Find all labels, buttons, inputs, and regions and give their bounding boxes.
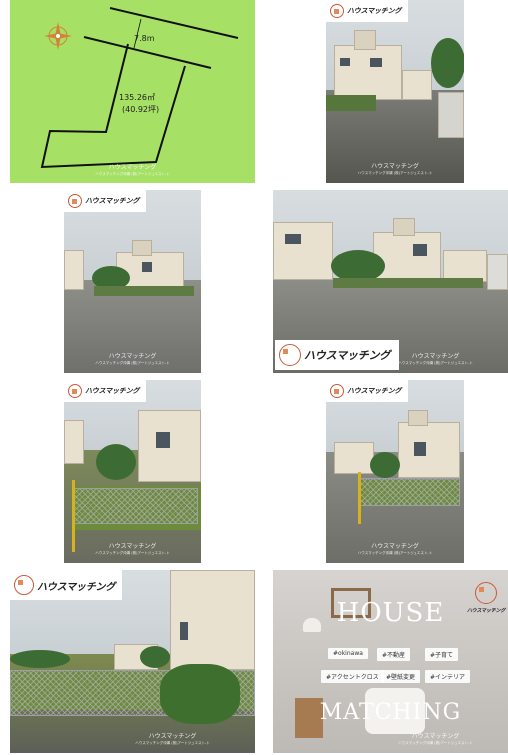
- brand-logo: ハウスマッチング: [64, 380, 146, 402]
- lot-photo-tile[interactable]: ハウスマッチング ハウスマッチング ハウスマッチング沖縄 (株)アートジュエスト-…: [273, 190, 508, 373]
- brand-logo: ハウスマッチング: [326, 380, 408, 402]
- chain-link-fence: [74, 488, 198, 524]
- lot-photo-tile[interactable]: ハウスマッチング ハウスマッチング ハウスマッチング沖縄 (株)アートジュエスト-…: [64, 190, 201, 373]
- hashtag: #okinawa: [328, 648, 368, 659]
- hashtag: #不動産: [377, 648, 411, 661]
- watermark: ハウスマッチング ハウスマッチング沖縄 (株)アートジュエスト-ト: [95, 543, 170, 555]
- brand-word-top: HOUSE: [336, 598, 445, 628]
- hashtag: #壁紙変更: [381, 670, 421, 683]
- hashtag: #アクセントクロス: [321, 670, 384, 683]
- house-logo-icon: [68, 194, 82, 208]
- house-logo-icon: [14, 575, 34, 595]
- brand-logo: ハウスマッチング: [10, 570, 122, 600]
- lot-photo-tile[interactable]: ハウスマッチング ハウスマッチング ハウスマッチング沖縄 (株)アートジュエスト-…: [326, 380, 464, 563]
- chain-link-fence: [360, 478, 460, 506]
- house-logo-icon: [279, 344, 301, 366]
- lot-photo-tile[interactable]: ハウスマッチング ハウスマッチング ハウスマッチング沖縄 (株)アートジュエスト-…: [64, 380, 201, 563]
- lot-photo-tile[interactable]: ハウスマッチング ハウスマッチング ハウスマッチング沖縄 (株)アートジュエスト-…: [10, 570, 255, 753]
- area-sqm-label: 135.26㎡: [119, 93, 155, 102]
- watermark: ハウスマッチング ハウスマッチング沖縄 (株)アートジュエスト-ト: [398, 353, 473, 365]
- brand-card-tile[interactable]: ハウスマッチング HOUSE #okinawa #不動産 #子育て #アクセント…: [273, 570, 508, 753]
- house-logo-icon: [68, 384, 82, 398]
- watermark: ハウスマッチング ハウスマッチング沖縄 (株)アートジュエスト-ト: [95, 164, 170, 176]
- brand-logo: ハウスマッチング: [326, 0, 408, 22]
- area-tsubo-label: (40.92坪): [122, 105, 160, 114]
- hashtag: #インテリア: [425, 670, 471, 683]
- brand-word-bottom: MATCHING: [319, 700, 462, 725]
- road-photo-tile[interactable]: ハウスマッチング ハウスマッチング ハウスマッチング沖縄 (株)アートジュエスト-…: [326, 0, 464, 183]
- watermark: ハウスマッチング ハウスマッチング沖縄 (株)アートジュエスト-ト: [357, 163, 433, 175]
- watermark: ハウスマッチング ハウスマッチング沖縄 (株)アートジュエスト-ト: [135, 733, 210, 745]
- watermark: ハウスマッチング ハウスマッチング沖縄 (株)アートジュエスト-ト: [357, 543, 433, 555]
- plot-map-tile[interactable]: 7.8m 135.26㎡ (40.92坪) ハウスマッチング ハウスマッチング沖縄…: [10, 0, 255, 183]
- frontage-label: 7.8m: [134, 34, 155, 43]
- brand-logo: ハウスマッチング: [64, 190, 146, 212]
- hashtag: #子育て: [425, 648, 459, 661]
- watermark: ハウスマッチング ハウスマッチング沖縄 (株)アートジュエスト-ト: [398, 733, 473, 745]
- house-logo-icon: [330, 384, 344, 398]
- house-logo-icon: [330, 4, 344, 18]
- compass-rose-icon: [44, 22, 72, 50]
- watermark: ハウスマッチング ハウスマッチング沖縄 (株)アートジュエスト-ト: [95, 353, 170, 365]
